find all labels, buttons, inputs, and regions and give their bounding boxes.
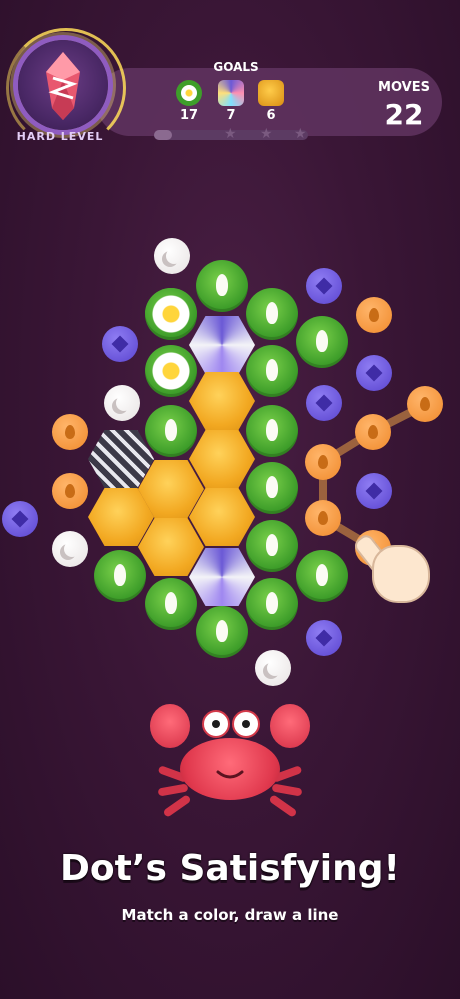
moon-icon [116, 395, 132, 411]
crab-pupil [242, 720, 250, 728]
lily-pad-tile[interactable] [296, 550, 348, 602]
lily-pad-tile[interactable] [145, 578, 197, 630]
drop-icon [369, 308, 379, 322]
orange-drop-dot-selected[interactable] [305, 500, 341, 536]
lily-pad-tile[interactable] [196, 606, 248, 658]
lily-pad-tile[interactable] [246, 288, 298, 340]
lily-pad-tile[interactable] [296, 316, 348, 368]
diamond-icon [365, 482, 383, 500]
lily-pad-tile[interactable] [246, 462, 298, 514]
white-moon-dot[interactable] [104, 385, 140, 421]
diamond-icon [365, 364, 383, 382]
lily-pad-tile[interactable] [94, 550, 146, 602]
drop-icon [368, 425, 378, 439]
crab-left-eye [202, 710, 230, 738]
crab-right-eye [232, 710, 260, 738]
white-moon-dot[interactable] [255, 650, 291, 686]
lotus-flower-icon [149, 292, 193, 336]
purple-diamond-dot[interactable] [306, 385, 342, 421]
purple-diamond-dot[interactable] [102, 326, 138, 362]
diamond-icon [11, 510, 29, 528]
lily-pad-tile[interactable] [145, 405, 197, 457]
diamond-icon [111, 335, 129, 353]
lily-pad-tile[interactable] [246, 520, 298, 572]
orange-drop-dot-selected[interactable] [355, 414, 391, 450]
purple-diamond-dot[interactable] [356, 355, 392, 391]
drop-icon [420, 397, 430, 411]
diamond-icon [315, 394, 333, 412]
white-moon-dot[interactable] [52, 531, 88, 567]
lily-pad-tile[interactable] [246, 578, 298, 630]
crab-pupil [212, 720, 220, 728]
pointer-hand-icon [372, 545, 430, 603]
lily-pad-tile[interactable] [246, 345, 298, 397]
promo-headline: Dot’s Satisfying! [60, 848, 400, 889]
crab-body [180, 738, 280, 800]
orange-drop-dot[interactable] [52, 414, 88, 450]
drop-icon [318, 455, 328, 469]
diamond-icon [315, 629, 333, 647]
moon-icon [64, 541, 80, 557]
purple-diamond-dot[interactable] [356, 473, 392, 509]
crab-smile [216, 770, 244, 779]
orange-drop-dot[interactable] [52, 473, 88, 509]
orange-drop-dot-selected[interactable] [305, 444, 341, 480]
moon-icon [267, 660, 283, 676]
moon-icon [166, 248, 182, 264]
lotus-flower-icon [149, 349, 193, 393]
lily-pad-tile[interactable] [196, 260, 248, 312]
purple-diamond-dot[interactable] [306, 620, 342, 656]
diamond-icon [315, 277, 333, 295]
purple-diamond-dot[interactable] [306, 268, 342, 304]
white-moon-dot[interactable] [154, 238, 190, 274]
promo-subline: Match a color, draw a line [121, 906, 339, 924]
purple-diamond-dot[interactable] [2, 501, 38, 537]
drop-icon [65, 484, 75, 498]
lily-pad-tile[interactable] [246, 405, 298, 457]
orange-drop-dot[interactable] [356, 297, 392, 333]
drop-icon [318, 511, 328, 525]
drop-icon [65, 425, 75, 439]
orange-drop-dot-selected[interactable] [407, 386, 443, 422]
